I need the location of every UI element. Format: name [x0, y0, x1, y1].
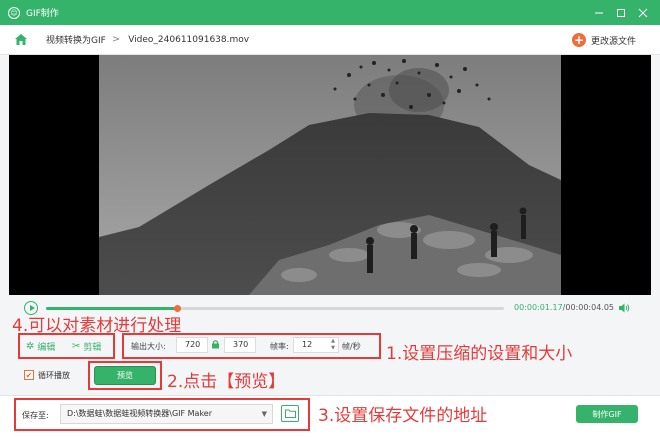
- cut-button[interactable]: ✂ 剪辑: [72, 337, 101, 355]
- width-input[interactable]: 720: [176, 337, 208, 353]
- maximize-icon[interactable]: [610, 0, 632, 25]
- video-frame-image: [99, 55, 561, 295]
- fps-unit: 帧/秒: [342, 342, 361, 351]
- save-path-value: D:\数据蛙\数据蛙视频转换器\GIF Maker: [67, 409, 213, 418]
- save-path-dropdown[interactable]: D:\数据蛙\数据蛙视频转换器\GIF Maker ▼: [60, 404, 273, 424]
- video-preview[interactable]: [9, 55, 651, 295]
- title-bar: ☺ GIF制作: [0, 0, 660, 25]
- window-title: GIF制作: [26, 9, 59, 19]
- fps-label: 帧率:: [270, 342, 289, 351]
- edit-button[interactable]: ✲ 编辑: [26, 337, 55, 355]
- progress-fill: [46, 307, 177, 310]
- toolbar: 视频转换为GIF > Video_240611091638.mov + 更改源文…: [0, 25, 660, 55]
- close-icon[interactable]: [632, 0, 654, 25]
- cut-label: 剪辑: [83, 342, 102, 353]
- folder-icon[interactable]: [281, 405, 299, 422]
- fps-stepper[interactable]: ▲ ▼: [329, 338, 337, 352]
- total-time: /00:00:04.05: [562, 303, 615, 312]
- output-size-label: 输出大小:: [131, 342, 166, 351]
- volume-icon[interactable]: [618, 302, 630, 314]
- annotation-1: 1.设置压缩的设置和大小: [386, 344, 573, 364]
- change-source-button[interactable]: + 更改源文件: [571, 25, 636, 55]
- loop-label: 循环播放: [38, 371, 70, 380]
- breadcrumb-file-name: Video_240611091638.mov: [128, 34, 250, 45]
- make-gif-button[interactable]: 制作GIF: [576, 405, 638, 423]
- scissors-icon: ✂: [72, 340, 81, 352]
- breadcrumb-separator: >: [111, 34, 121, 45]
- time-display: 00:00:01.17/00:00:04.05: [514, 303, 614, 312]
- preview-button[interactable]: 预览: [94, 366, 156, 385]
- annotation-3: 3.设置保存文件的地址: [318, 406, 488, 426]
- home-icon[interactable]: [8, 25, 34, 55]
- magic-wand-icon: ✲: [26, 340, 35, 352]
- minimize-icon[interactable]: [588, 0, 610, 25]
- progress-track[interactable]: [46, 305, 504, 312]
- plus-icon: +: [571, 33, 586, 47]
- save-to-label: 保存至:: [22, 411, 49, 420]
- annotation-2: 2.点击【预览】: [167, 372, 286, 392]
- app-logo-icon: ☺: [8, 6, 20, 19]
- height-input[interactable]: 370: [224, 337, 256, 353]
- edit-label: 编辑: [37, 342, 56, 353]
- current-time: 00:00:01.17: [514, 303, 563, 312]
- lock-icon[interactable]: [211, 339, 220, 349]
- change-source-label: 更改源文件: [590, 36, 636, 47]
- chevron-down-icon[interactable]: ▼: [262, 405, 267, 423]
- breadcrumb-root[interactable]: 视频转换为GIF: [46, 33, 106, 46]
- loop-checkbox[interactable]: ✔: [24, 370, 34, 380]
